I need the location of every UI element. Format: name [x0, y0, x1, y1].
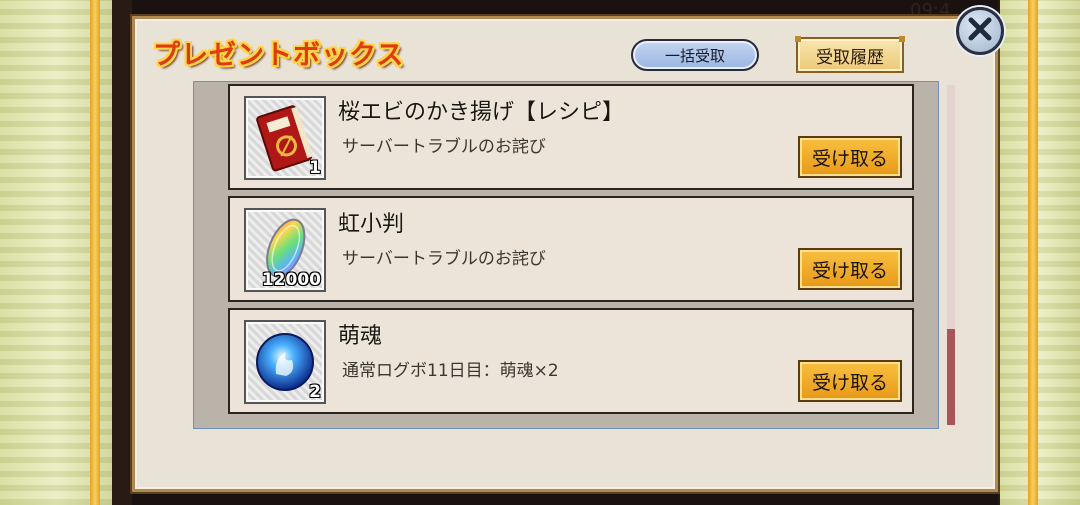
present-box-dialog: プレゼントボックス 一括受取 受取履歴 1 桜エビのかき揚げ【レシピ】 サーバー…	[132, 16, 998, 492]
receive-button[interactable]: 受け取る	[798, 360, 902, 402]
list-item: 12000 虹小判 サーバートラブルのお詫び 受け取る	[228, 196, 914, 302]
present-list[interactable]: 1 桜エビのかき揚げ【レシピ】 サーバートラブルのお詫び 受け取る 12000 …	[193, 81, 939, 429]
rainbow-koban-icon: 12000	[244, 208, 326, 292]
item-quantity: 2	[309, 382, 321, 402]
recipe-book-icon: 1	[244, 96, 326, 180]
receive-button[interactable]: 受け取る	[798, 248, 902, 290]
close-icon	[967, 16, 993, 46]
item-description: サーバートラブルのお詫び	[342, 249, 546, 269]
left-decorative-border	[0, 0, 112, 505]
scrollbar-thumb[interactable]	[947, 329, 955, 425]
item-description: 通常ログボ11日目：萌魂×2	[342, 361, 559, 381]
receive-button[interactable]: 受け取る	[798, 136, 902, 178]
item-quantity: 1	[309, 158, 321, 178]
receive-history-button[interactable]: 受取履歴	[795, 36, 905, 73]
item-description: サーバートラブルのお詫び	[342, 137, 546, 157]
dialog-title: プレゼントボックス	[153, 40, 405, 71]
list-item: 1 桜エビのかき揚げ【レシピ】 サーバートラブルのお詫び 受け取る	[228, 84, 914, 190]
item-name: 桜エビのかき揚げ【レシピ】	[338, 100, 625, 125]
right-decorative-border	[1000, 0, 1080, 505]
bulk-receive-button[interactable]: 一括受取	[631, 39, 759, 71]
item-name: 萌魂	[338, 324, 383, 349]
item-name: 虹小判	[338, 212, 405, 237]
list-scrollbar[interactable]	[947, 85, 955, 425]
close-button[interactable]	[956, 7, 1004, 55]
item-quantity: 12000	[261, 270, 321, 290]
left-background-strip	[112, 0, 132, 505]
blue-soul-orb-icon: 2	[244, 320, 326, 404]
list-item: 2 萌魂 通常ログボ11日目：萌魂×2 受け取る	[228, 308, 914, 414]
